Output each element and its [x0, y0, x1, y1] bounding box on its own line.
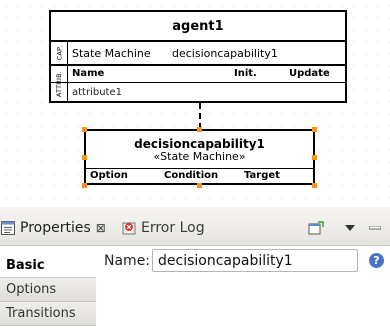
capability-title: decisioncapability1 — [134, 137, 265, 151]
resize-handle-sw[interactable] — [82, 183, 87, 188]
view-menu-icon[interactable] — [341, 220, 359, 236]
column-name: Name — [72, 68, 105, 79]
resize-handle-e[interactable] — [312, 155, 317, 160]
resize-handle-ne[interactable] — [312, 127, 317, 132]
attribute-row[interactable]: attribute1 — [51, 83, 345, 100]
capability-connector[interactable] — [199, 103, 201, 129]
attributes-header: Name Init. Update — [51, 66, 345, 83]
error-log-icon — [121, 220, 137, 236]
resize-handle-w[interactable] — [82, 155, 87, 160]
resize-handle-se[interactable] — [312, 183, 317, 188]
tab-properties-label: Properties — [20, 220, 91, 236]
column-condition: Condition — [164, 170, 219, 181]
capability-type: State Machine — [72, 46, 151, 60]
cap-tag-label: CAP. — [54, 45, 63, 61]
agent-node[interactable]: agent1 CAP. State Machine decisioncapabi… — [49, 10, 347, 103]
resize-handle-s[interactable] — [197, 183, 202, 188]
properties-view: Properties ⊠ Error Log Basic Options Tra… — [0, 207, 390, 331]
column-update: Update — [289, 68, 330, 79]
pin-view-icon[interactable] — [307, 220, 325, 236]
column-option: Option — [90, 170, 128, 181]
property-section-tabs: Basic Options Transitions — [0, 254, 96, 326]
resize-handle-nw[interactable] — [82, 127, 87, 132]
minimize-icon[interactable] — [366, 220, 384, 236]
capability-row[interactable]: CAP. State Machine decisioncapability1 — [51, 42, 345, 66]
properties-icon — [0, 220, 16, 236]
capability-header: decisioncapability1 «State Machine» — [86, 131, 313, 169]
side-tab-options[interactable]: Options — [0, 278, 96, 302]
view-tab-bar: Properties ⊠ Error Log — [0, 207, 390, 246]
capability-name: decisioncapability1 — [172, 46, 278, 60]
capability-columns: Option Condition Target — [86, 169, 313, 183]
capability-stereotype: «State Machine» — [153, 150, 246, 163]
close-icon[interactable]: ⊠ — [96, 221, 106, 235]
attributes-section: ATTRIB. Name Init. Update attribute1 — [51, 66, 345, 101]
name-field[interactable] — [152, 249, 358, 272]
tab-properties[interactable]: Properties ⊠ — [0, 217, 106, 239]
agent-title: agent1 — [51, 12, 345, 42]
side-tab-transitions[interactable]: Transitions — [0, 302, 96, 326]
resize-handle-n[interactable] — [197, 127, 202, 132]
help-icon[interactable]: ? — [369, 253, 384, 268]
name-label: Name: — [104, 253, 151, 269]
tab-error-log[interactable]: Error Log — [121, 217, 205, 239]
side-tab-basic[interactable]: Basic — [0, 254, 96, 278]
diagram-canvas[interactable]: agent1 CAP. State Machine decisioncapabi… — [0, 0, 390, 207]
tab-error-log-label: Error Log — [141, 220, 205, 236]
column-init: Init. — [234, 68, 257, 79]
attribute-name: attribute1 — [72, 87, 122, 98]
capabilities-section-tag: CAP. — [51, 42, 68, 64]
column-target: Target — [244, 170, 280, 181]
capability-node[interactable]: decisioncapability1 «State Machine» Opti… — [84, 129, 315, 185]
